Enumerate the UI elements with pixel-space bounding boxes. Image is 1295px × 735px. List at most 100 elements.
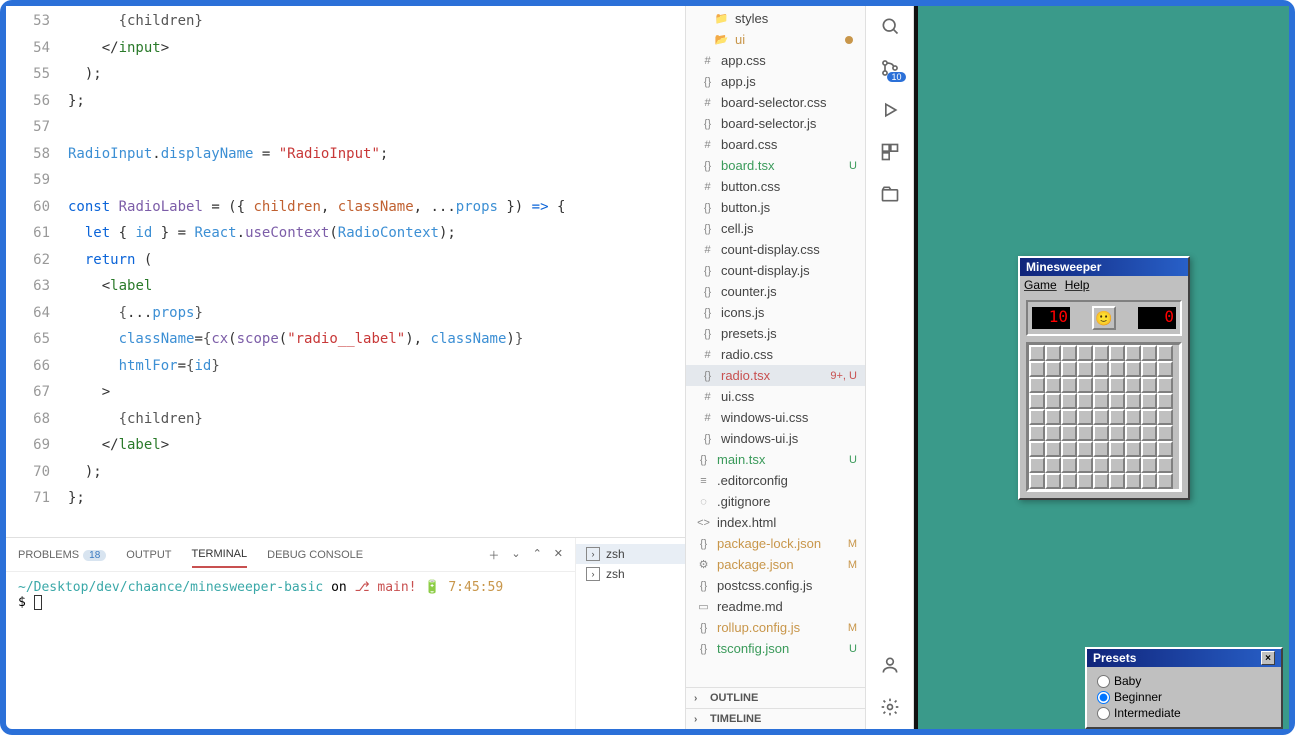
file-windows-ui-js[interactable]: {}windows-ui.js	[686, 428, 865, 449]
file-radio-tsx[interactable]: {}radio.tsx9+, U	[686, 365, 865, 386]
presets-close-button[interactable]: ×	[1261, 651, 1275, 665]
mine-cell[interactable]	[1093, 473, 1109, 489]
source-control-icon[interactable]: 10	[878, 56, 902, 80]
mine-cell[interactable]	[1157, 361, 1173, 377]
terminal-instance[interactable]: ›zsh	[576, 544, 685, 564]
preset-radio[interactable]	[1097, 707, 1110, 720]
mine-cell[interactable]	[1157, 425, 1173, 441]
mine-cell[interactable]	[1045, 457, 1061, 473]
file--gitignore[interactable]: ◌.gitignore	[686, 491, 865, 512]
mine-cell[interactable]	[1141, 393, 1157, 409]
file-board-tsx[interactable]: {}board.tsxU	[686, 155, 865, 176]
mine-cell[interactable]	[1109, 425, 1125, 441]
mine-cell[interactable]	[1141, 409, 1157, 425]
mine-cell[interactable]	[1077, 393, 1093, 409]
timeline-section[interactable]: ›TIMELINE	[686, 708, 865, 729]
mine-cell[interactable]	[1029, 393, 1045, 409]
mine-cell[interactable]	[1077, 457, 1093, 473]
mine-cell[interactable]	[1045, 425, 1061, 441]
mine-cell[interactable]	[1125, 345, 1141, 361]
mine-cell[interactable]	[1109, 393, 1125, 409]
mine-cell[interactable]	[1141, 377, 1157, 393]
mine-cell[interactable]	[1093, 425, 1109, 441]
mine-cell[interactable]	[1109, 361, 1125, 377]
code-line[interactable]: 67 >	[6, 379, 685, 406]
minesweeper-window[interactable]: Minesweeper Game Help 10 🙂 0	[1018, 256, 1190, 500]
mine-cell[interactable]	[1093, 361, 1109, 377]
terminal[interactable]: ~/Desktop/dev/chaance/minesweeper-basic …	[6, 572, 575, 729]
mine-cell[interactable]	[1077, 345, 1093, 361]
mine-cell[interactable]	[1125, 409, 1141, 425]
mine-cell[interactable]	[1029, 361, 1045, 377]
file--editorconfig[interactable]: ≡.editorconfig	[686, 470, 865, 491]
new-terminal-icon[interactable]: ＋	[488, 547, 499, 563]
preset-option-beginner[interactable]: Beginner	[1097, 689, 1271, 705]
mine-cell[interactable]	[1045, 361, 1061, 377]
preset-radio[interactable]	[1097, 691, 1110, 704]
mine-cell[interactable]	[1141, 441, 1157, 457]
file-button-js[interactable]: {}button.js	[686, 197, 865, 218]
mine-cell[interactable]	[1061, 441, 1077, 457]
code-line[interactable]: 62 return (	[6, 247, 685, 274]
file-rollup-config-js[interactable]: {}rollup.config.jsM	[686, 617, 865, 638]
mine-cell[interactable]	[1125, 425, 1141, 441]
mine-cell[interactable]	[1077, 473, 1093, 489]
mine-cell[interactable]	[1109, 345, 1125, 361]
mine-cell[interactable]	[1141, 361, 1157, 377]
code-line[interactable]: 68 {children}	[6, 406, 685, 433]
terminal-tab[interactable]: TERMINAL	[192, 542, 248, 568]
preset-radio[interactable]	[1097, 675, 1110, 688]
file-package-json[interactable]: ⚙package.jsonM	[686, 554, 865, 575]
output-tab[interactable]: OUTPUT	[126, 543, 171, 567]
code-line[interactable]: 65 className={cx(scope("radio__label"), …	[6, 326, 685, 353]
game-menu[interactable]: Game	[1024, 278, 1057, 292]
code-editor[interactable]: 53 {children}54 </input>55 );56};5758Rad…	[6, 6, 685, 537]
mine-cell[interactable]	[1061, 377, 1077, 393]
mine-cell[interactable]	[1125, 393, 1141, 409]
mine-cell[interactable]	[1093, 409, 1109, 425]
mine-cell[interactable]	[1029, 425, 1045, 441]
mine-cell[interactable]	[1061, 457, 1077, 473]
code-line[interactable]: 69 </label>	[6, 432, 685, 459]
mine-cell[interactable]	[1109, 473, 1125, 489]
mine-cell[interactable]	[1045, 345, 1061, 361]
mine-cell[interactable]	[1093, 457, 1109, 473]
mine-cell[interactable]	[1109, 409, 1125, 425]
file-count-display-js[interactable]: {}count-display.js	[686, 260, 865, 281]
mine-cell[interactable]	[1141, 425, 1157, 441]
mine-cell[interactable]	[1077, 441, 1093, 457]
file-app-css[interactable]: #app.css	[686, 50, 865, 71]
mine-cell[interactable]	[1141, 473, 1157, 489]
file-ui-css[interactable]: #ui.css	[686, 386, 865, 407]
preset-option-intermediate[interactable]: Intermediate	[1097, 705, 1271, 721]
code-line[interactable]: 60const RadioLabel = ({ children, classN…	[6, 194, 685, 221]
mine-cell[interactable]	[1125, 441, 1141, 457]
mine-cell[interactable]	[1109, 377, 1125, 393]
file-windows-ui-css[interactable]: #windows-ui.css	[686, 407, 865, 428]
mine-cell[interactable]	[1141, 457, 1157, 473]
file-board-selector-css[interactable]: #board-selector.css	[686, 92, 865, 113]
smiley-reset-button[interactable]: 🙂	[1092, 306, 1116, 330]
code-line[interactable]: 53 {children}	[6, 8, 685, 35]
minefield-grid[interactable]	[1026, 342, 1182, 492]
file-app-js[interactable]: {}app.js	[686, 71, 865, 92]
mine-cell[interactable]	[1077, 361, 1093, 377]
mine-cell[interactable]	[1125, 377, 1141, 393]
mine-cell[interactable]	[1061, 345, 1077, 361]
mine-cell[interactable]	[1109, 457, 1125, 473]
code-line[interactable]: 54 </input>	[6, 35, 685, 62]
mine-cell[interactable]	[1077, 409, 1093, 425]
file-icons-js[interactable]: {}icons.js	[686, 302, 865, 323]
mine-cell[interactable]	[1045, 409, 1061, 425]
search-icon[interactable]	[878, 14, 902, 38]
mine-cell[interactable]	[1093, 345, 1109, 361]
file-presets-js[interactable]: {}presets.js	[686, 323, 865, 344]
mine-cell[interactable]	[1077, 377, 1093, 393]
file-postcss-config-js[interactable]: {}postcss.config.js	[686, 575, 865, 596]
mine-cell[interactable]	[1093, 393, 1109, 409]
presets-titlebar[interactable]: Presets	[1093, 651, 1136, 665]
file-button-css[interactable]: #button.css	[686, 176, 865, 197]
mine-cell[interactable]	[1157, 393, 1173, 409]
file-tsconfig-json[interactable]: {}tsconfig.jsonU	[686, 638, 865, 659]
mine-cell[interactable]	[1125, 473, 1141, 489]
